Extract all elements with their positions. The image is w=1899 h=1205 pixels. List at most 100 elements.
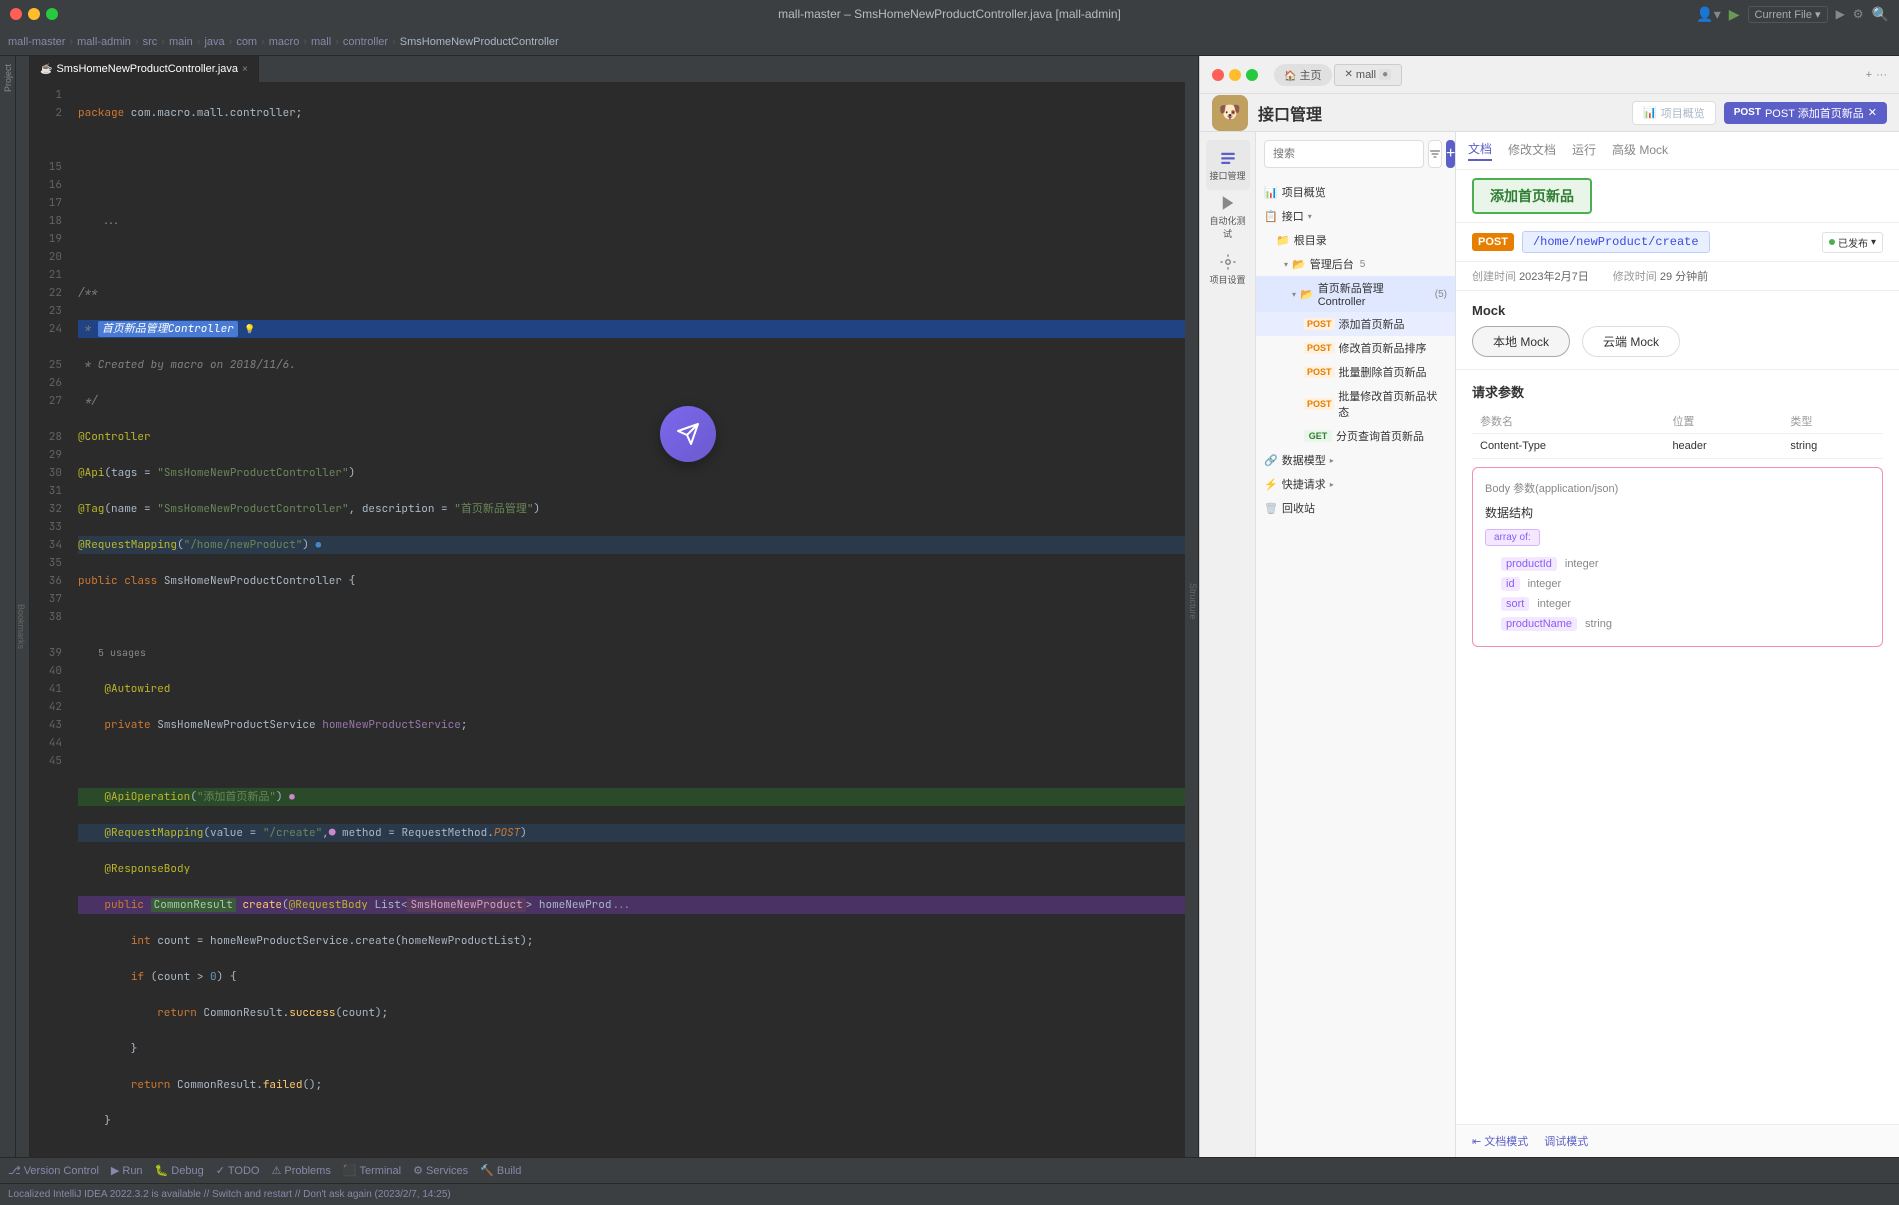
current-file-label[interactable]: Current File ▾ [1748,6,1828,23]
play-icon[interactable]: ▶ [1836,7,1845,21]
bottom-version-control[interactable]: ⎇ Version Control [8,1164,99,1177]
api-close-btn[interactable] [1212,69,1224,81]
ide-left-sidebar: Project [0,56,16,1157]
breadcrumb-mall[interactable]: mall [311,36,331,48]
bottom-build[interactable]: 🔨 Build [480,1164,521,1177]
api-tree: 📊 项目概览 📋 接口 ▾ 📁 根目录 [1256,176,1455,1157]
api-add-btn[interactable]: + [1446,140,1455,168]
bottom-problems[interactable]: ⚠ Problems [271,1164,330,1177]
api-management-icon [1219,149,1237,167]
format-icon: ⇤ [1472,1135,1481,1148]
tree-item-data-model[interactable]: 🔗 数据模型 ▸ [1256,448,1455,472]
api-nav: 🐶 接口管理 📊 项目概览 POST POST 添加首页新品 ✕ [1200,94,1899,132]
sidebar-icon-test[interactable]: 自动化测试 [1206,192,1250,242]
run-icon[interactable]: ▶ [1729,6,1740,23]
data-model-icon: 🔗 [1264,454,1278,467]
api-minimize-btn[interactable] [1229,69,1241,81]
status-arrow[interactable]: ▾ [1871,237,1876,248]
tab-run[interactable]: 运行 [1572,141,1596,160]
float-action-button[interactable] [660,406,716,462]
method-post-tag-3: POST [1304,366,1335,378]
mock-section: Mock 本地 Mock 云端 Mock [1456,291,1899,370]
settings-icon[interactable]: ⚙ [1853,7,1864,21]
sidebar-icon-settings[interactable]: 项目设置 [1206,244,1250,294]
api-tab-home[interactable]: 🏠 主页 [1274,64,1332,86]
param-type-cell: string [1782,434,1883,459]
tree-item-controller[interactable]: ▾ 📂 首页新品管理Controller (5) [1256,276,1455,312]
file-tab-controller[interactable]: ☕ SmsHomeNewProductController.java × [30,56,259,82]
breadcrumb-main[interactable]: main [169,36,193,48]
add-tab-icon[interactable]: + [1866,69,1872,81]
tree-item-quick-request[interactable]: ⚡ 快捷请求 ▸ [1256,472,1455,496]
bottom-services[interactable]: ⚙ Services [413,1164,468,1177]
folder-icon: 📁 [1276,234,1290,247]
close-window-button[interactable] [10,8,22,20]
close-tab-icon[interactable]: ✕ [1868,106,1877,119]
api-meta-row: 创建时间 2023年2月7日 修改时间 29 分钟前 [1456,262,1899,291]
search-icon[interactable]: 🔍 [1872,6,1889,23]
tree-item-page[interactable]: GET 分页查询首页新品 [1256,424,1455,448]
breadcrumb-java[interactable]: java [204,36,224,48]
api-sidebar-left: 接口管理 自动化测试 项目设置 [1200,132,1256,1157]
params-table: 参数名 位置 类型 Content-Type header string [1472,409,1883,459]
breadcrumb: mall-master › mall-admin › src › main › … [0,28,1899,56]
more-options-icon[interactable]: ··· [1876,69,1887,81]
tree-item-management[interactable]: ▾ 📂 管理后台 5 [1256,252,1455,276]
breadcrumb-macro[interactable]: macro [269,36,300,48]
field-row-sort: sort integer [1485,594,1870,614]
breadcrumb-controller[interactable]: controller [343,36,388,48]
debug-mode-btn[interactable]: 调试模式 [1544,1133,1588,1149]
tab-doc[interactable]: 文档 [1468,140,1492,161]
title-bar: mall-master – SmsHomeNewProductControlle… [0,0,1899,28]
tree-item-sort[interactable]: POST 修改首页新品排序 [1256,336,1455,360]
col-type: 类型 [1782,409,1883,434]
debug-icon: 🐛 [155,1164,169,1177]
tab-advanced-mock[interactable]: 高级 Mock [1612,141,1668,160]
breadcrumb-src[interactable]: src [143,36,158,48]
format-mode-btn[interactable]: ⇤ 文档模式 [1472,1133,1528,1149]
tree-item-add[interactable]: POST 添加首页新品 [1256,312,1455,336]
management-arrow: ▾ [1284,260,1288,269]
bottom-run[interactable]: ▶ Run [111,1164,143,1177]
api-nav-right: 📊 项目概览 POST POST 添加首页新品 ✕ [1632,101,1887,125]
api-traffic-lights[interactable] [1212,69,1258,81]
maximize-window-button[interactable] [46,8,58,20]
bottom-todo[interactable]: ✓ TODO [216,1164,260,1177]
local-mock-btn[interactable]: 本地 Mock [1472,326,1570,357]
cloud-mock-btn[interactable]: 云端 Mock [1582,326,1680,357]
user-icon[interactable]: 👤▾ [1696,6,1720,23]
api-filter-btn[interactable] [1428,140,1442,168]
tree-item-status[interactable]: POST 批量修改首页新品状态 [1256,384,1455,424]
code-editor[interactable]: 1 2 . . 15 16 17 18 19 20 21 22 23 24 . … [30,82,1185,1157]
params-title: 请求参数 [1472,382,1883,401]
project-icon[interactable]: Project [3,64,13,92]
file-tab-close[interactable]: × [242,64,248,75]
breadcrumb-module[interactable]: mall-admin [77,36,131,48]
sidebar-icon-api[interactable]: 接口管理 [1206,140,1250,190]
api-maximize-btn[interactable] [1246,69,1258,81]
tab-edit-doc[interactable]: 修改文档 [1508,141,1556,160]
code-content[interactable]: package com.macro.mall.controller; ... /… [70,82,1185,1157]
api-search-input[interactable] [1264,140,1424,168]
main-layout: Project Bookmarks ☕ SmsHomeNewProductCon… [0,56,1899,1157]
window-traffic-lights[interactable] [10,8,58,20]
add-api-tab-btn[interactable]: POST POST 添加首页新品 ✕ [1724,102,1887,124]
breadcrumb-project[interactable]: mall-master [8,36,65,48]
bottom-terminal[interactable]: ⬛ Terminal [343,1164,401,1177]
tree-item-delete[interactable]: POST 批量删除首页新品 [1256,360,1455,384]
bookmarks-label: Bookmarks [16,604,26,649]
api-root-icon: 📋 [1264,210,1278,223]
tree-item-root[interactable]: 📁 根目录 [1256,228,1455,252]
tree-item-recycle[interactable]: 🗑 回收站 [1256,496,1455,520]
tree-item-overview[interactable]: 📊 项目概览 [1256,180,1455,204]
editor-area: ☕ SmsHomeNewProductController.java × 1 2… [30,56,1185,1157]
minimize-window-button[interactable] [28,8,40,20]
data-model-arrow: ▸ [1330,456,1334,465]
bottom-debug[interactable]: 🐛 Debug [155,1164,204,1177]
breadcrumb-com[interactable]: com [236,36,257,48]
project-overview-btn[interactable]: 📊 项目概览 [1632,101,1716,125]
api-tab-mall[interactable]: ✕ mall ● [1334,64,1403,86]
services-icon: ⚙ [413,1164,423,1177]
tree-item-api-root[interactable]: 📋 接口 ▾ [1256,204,1455,228]
breadcrumb-file[interactable]: SmsHomeNewProductController [400,36,559,48]
